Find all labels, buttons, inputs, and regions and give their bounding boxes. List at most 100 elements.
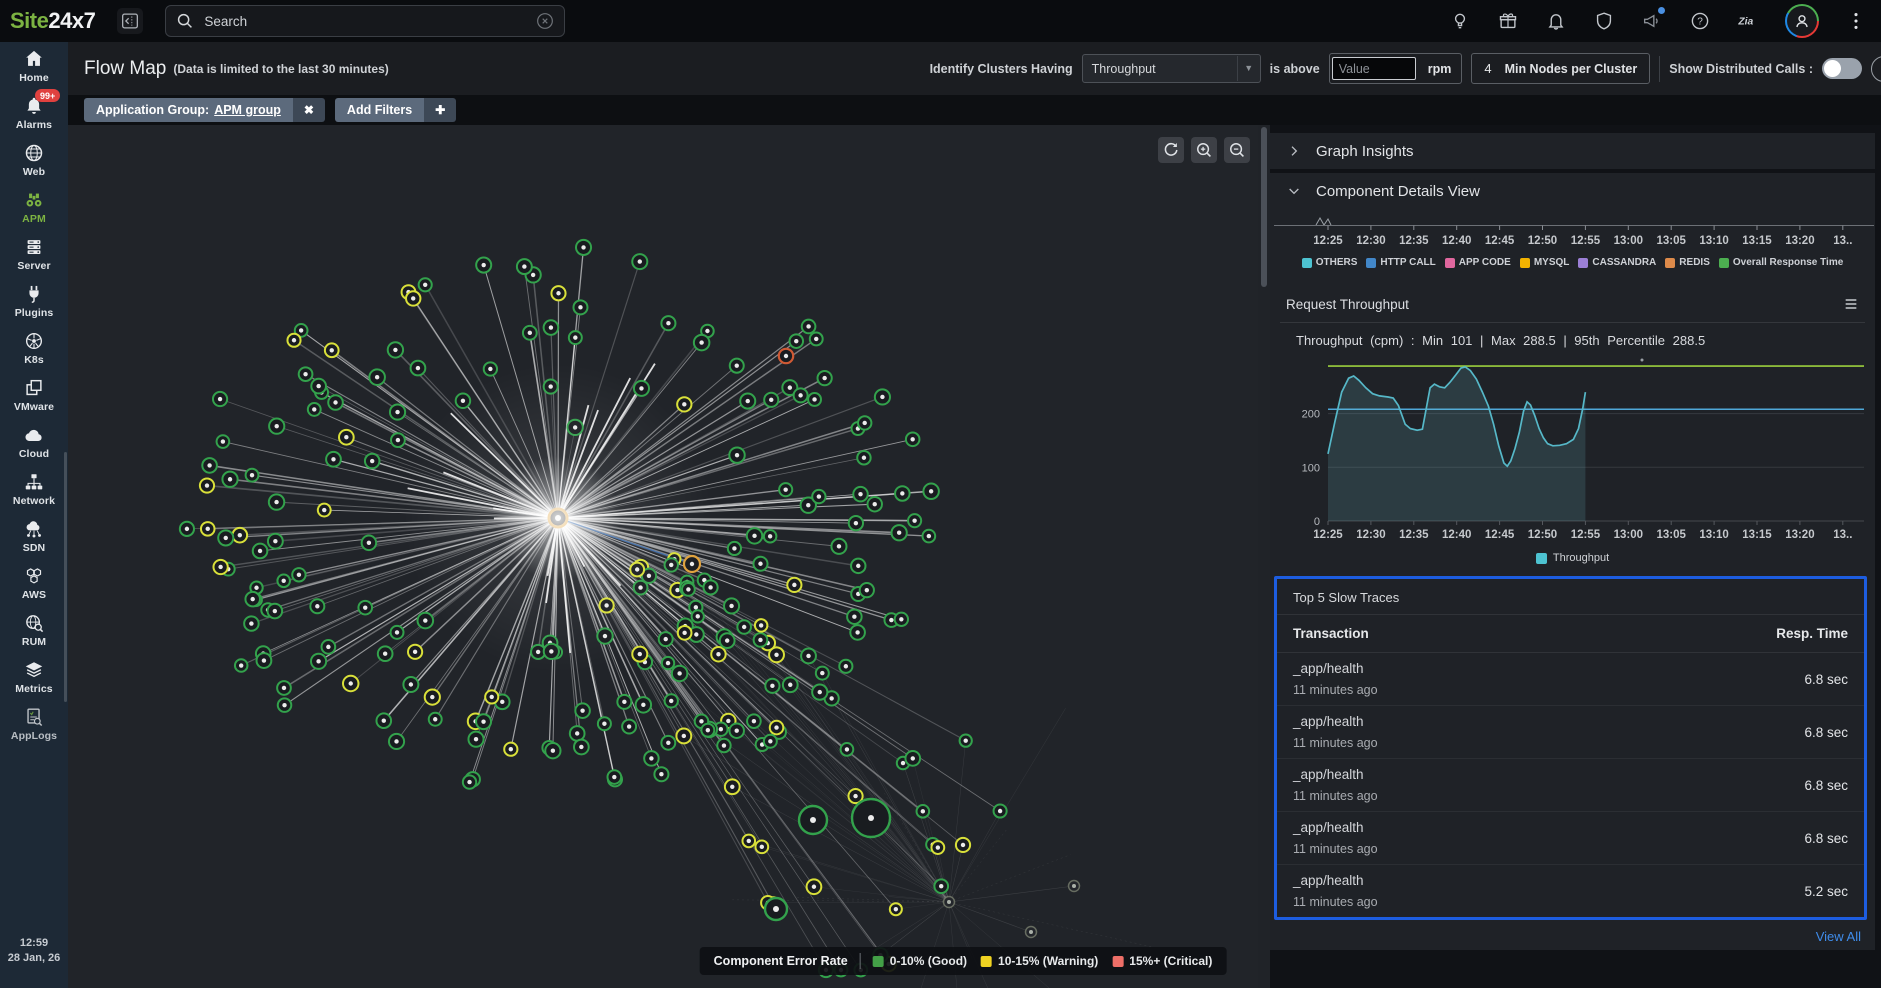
service-node[interactable] bbox=[677, 397, 691, 411]
service-node[interactable] bbox=[299, 367, 313, 381]
sidebar-item-cloud[interactable]: Cloud bbox=[0, 418, 68, 465]
service-node[interactable] bbox=[701, 724, 714, 737]
service-node[interactable] bbox=[852, 799, 890, 837]
component-legend-item[interactable]: CASSANDRA bbox=[1578, 257, 1656, 268]
service-node[interactable] bbox=[765, 898, 787, 920]
service-node[interactable] bbox=[906, 433, 920, 447]
service-node[interactable] bbox=[847, 609, 862, 624]
service-node[interactable] bbox=[607, 770, 621, 784]
service-node[interactable] bbox=[905, 751, 920, 766]
service-node[interactable] bbox=[729, 447, 744, 462]
service-node[interactable] bbox=[253, 544, 268, 559]
service-node[interactable] bbox=[851, 559, 865, 573]
service-node[interactable] bbox=[729, 723, 743, 737]
service-node[interactable] bbox=[217, 435, 230, 448]
service-node[interactable] bbox=[245, 592, 260, 607]
sidebar-item-plugins[interactable]: Plugins bbox=[0, 277, 68, 324]
sidebar-item-server[interactable]: Server bbox=[0, 230, 68, 277]
bell-icon[interactable] bbox=[1545, 10, 1567, 32]
service-node[interactable] bbox=[755, 840, 768, 853]
component-legend-item[interactable]: MYSQL bbox=[1520, 257, 1570, 268]
chart-menu-icon[interactable] bbox=[1843, 296, 1859, 312]
sidebar-item-apm[interactable]: APM bbox=[0, 183, 68, 230]
sidebar-item-k8s[interactable]: K8s bbox=[0, 324, 68, 371]
service-node[interactable] bbox=[388, 342, 403, 357]
service-node[interactable] bbox=[326, 452, 341, 467]
service-node[interactable] bbox=[659, 632, 673, 646]
service-node[interactable] bbox=[570, 726, 585, 741]
map-zoom-out-button[interactable] bbox=[1224, 137, 1250, 163]
service-node[interactable] bbox=[891, 525, 906, 540]
service-node[interactable] bbox=[789, 334, 803, 348]
service-node[interactable] bbox=[895, 486, 910, 501]
component-legend-item[interactable]: HTTP CALL bbox=[1366, 257, 1435, 268]
service-node[interactable] bbox=[408, 645, 422, 659]
service-node[interactable] bbox=[857, 451, 870, 464]
metric-dropdown[interactable]: Throughput ▼ bbox=[1082, 54, 1261, 83]
flow-map-canvas[interactable]: Component Error Rate 0-10% (Good)10-15% … bbox=[68, 125, 1258, 988]
service-node[interactable] bbox=[755, 619, 768, 632]
service-node[interactable] bbox=[484, 362, 497, 375]
service-node[interactable] bbox=[787, 578, 801, 592]
service-node[interactable] bbox=[362, 536, 377, 551]
sidebar-item-aws[interactable]: AWS bbox=[0, 559, 68, 606]
service-node[interactable] bbox=[644, 751, 659, 766]
service-node[interactable] bbox=[867, 497, 881, 511]
sidebar-item-rum[interactable]: RUM bbox=[0, 606, 68, 653]
service-node[interactable] bbox=[322, 640, 336, 654]
slow-trace-row[interactable]: _app/health11 minutes ago6.8 sec bbox=[1277, 812, 1864, 865]
add-filter-plus-icon[interactable]: ✚ bbox=[424, 98, 456, 122]
service-node[interactable] bbox=[429, 713, 442, 726]
service-node[interactable] bbox=[201, 522, 215, 536]
map-scrollbar[interactable] bbox=[1258, 125, 1270, 988]
service-node[interactable] bbox=[328, 395, 343, 410]
application-group-chip-label[interactable]: Application Group: APM group bbox=[84, 98, 293, 122]
service-node[interactable] bbox=[802, 320, 816, 334]
megaphone-icon[interactable] bbox=[1641, 10, 1663, 32]
service-node[interactable] bbox=[365, 454, 380, 469]
service-node[interactable] bbox=[753, 557, 767, 571]
sidebar-item-sdn[interactable]: SDN bbox=[0, 512, 68, 559]
service-node[interactable] bbox=[831, 539, 846, 554]
shield-icon[interactable] bbox=[1593, 10, 1615, 32]
service-node[interactable] bbox=[779, 349, 793, 363]
service-node[interactable] bbox=[257, 653, 272, 668]
service-node[interactable] bbox=[810, 333, 823, 346]
service-node[interactable] bbox=[617, 695, 631, 709]
service-node[interactable] bbox=[235, 659, 248, 672]
service-node[interactable] bbox=[419, 278, 432, 291]
service-node[interactable] bbox=[890, 903, 902, 915]
service-node[interactable] bbox=[180, 522, 194, 536]
service-node[interactable] bbox=[358, 601, 372, 615]
service-node[interactable] bbox=[754, 633, 768, 647]
service-node[interactable] bbox=[569, 331, 582, 344]
sidebar-item-network[interactable]: Network bbox=[0, 465, 68, 512]
threshold-value-input[interactable] bbox=[1332, 57, 1416, 80]
component-legend-item[interactable]: Overall Response Time bbox=[1719, 257, 1843, 268]
service-node[interactable] bbox=[310, 599, 324, 613]
service-node[interactable] bbox=[801, 649, 816, 664]
search-input[interactable] bbox=[202, 13, 534, 30]
service-node[interactable] bbox=[277, 681, 291, 695]
service-node[interactable] bbox=[858, 416, 871, 429]
service-node[interactable] bbox=[808, 393, 821, 406]
service-node[interactable] bbox=[517, 259, 532, 274]
map-refresh-button[interactable] bbox=[1158, 137, 1184, 163]
service-node[interactable] bbox=[799, 806, 827, 834]
service-node[interactable] bbox=[812, 685, 827, 700]
service-node[interactable] bbox=[665, 694, 678, 707]
service-node[interactable] bbox=[764, 735, 777, 748]
service-node[interactable] bbox=[737, 620, 751, 634]
service-node[interactable] bbox=[783, 677, 798, 692]
service-node[interactable] bbox=[343, 676, 358, 691]
service-node[interactable] bbox=[485, 690, 498, 703]
service-node[interactable] bbox=[390, 404, 405, 419]
kebab-menu-icon[interactable] bbox=[1845, 10, 1867, 32]
service-node[interactable] bbox=[244, 616, 258, 630]
service-node[interactable] bbox=[468, 732, 483, 747]
service-node[interactable] bbox=[725, 779, 740, 794]
map-zoom-in-button[interactable] bbox=[1191, 137, 1217, 163]
service-node[interactable] bbox=[551, 286, 565, 300]
sidebar-item-web[interactable]: Web bbox=[0, 136, 68, 183]
service-node[interactable] bbox=[476, 714, 491, 729]
